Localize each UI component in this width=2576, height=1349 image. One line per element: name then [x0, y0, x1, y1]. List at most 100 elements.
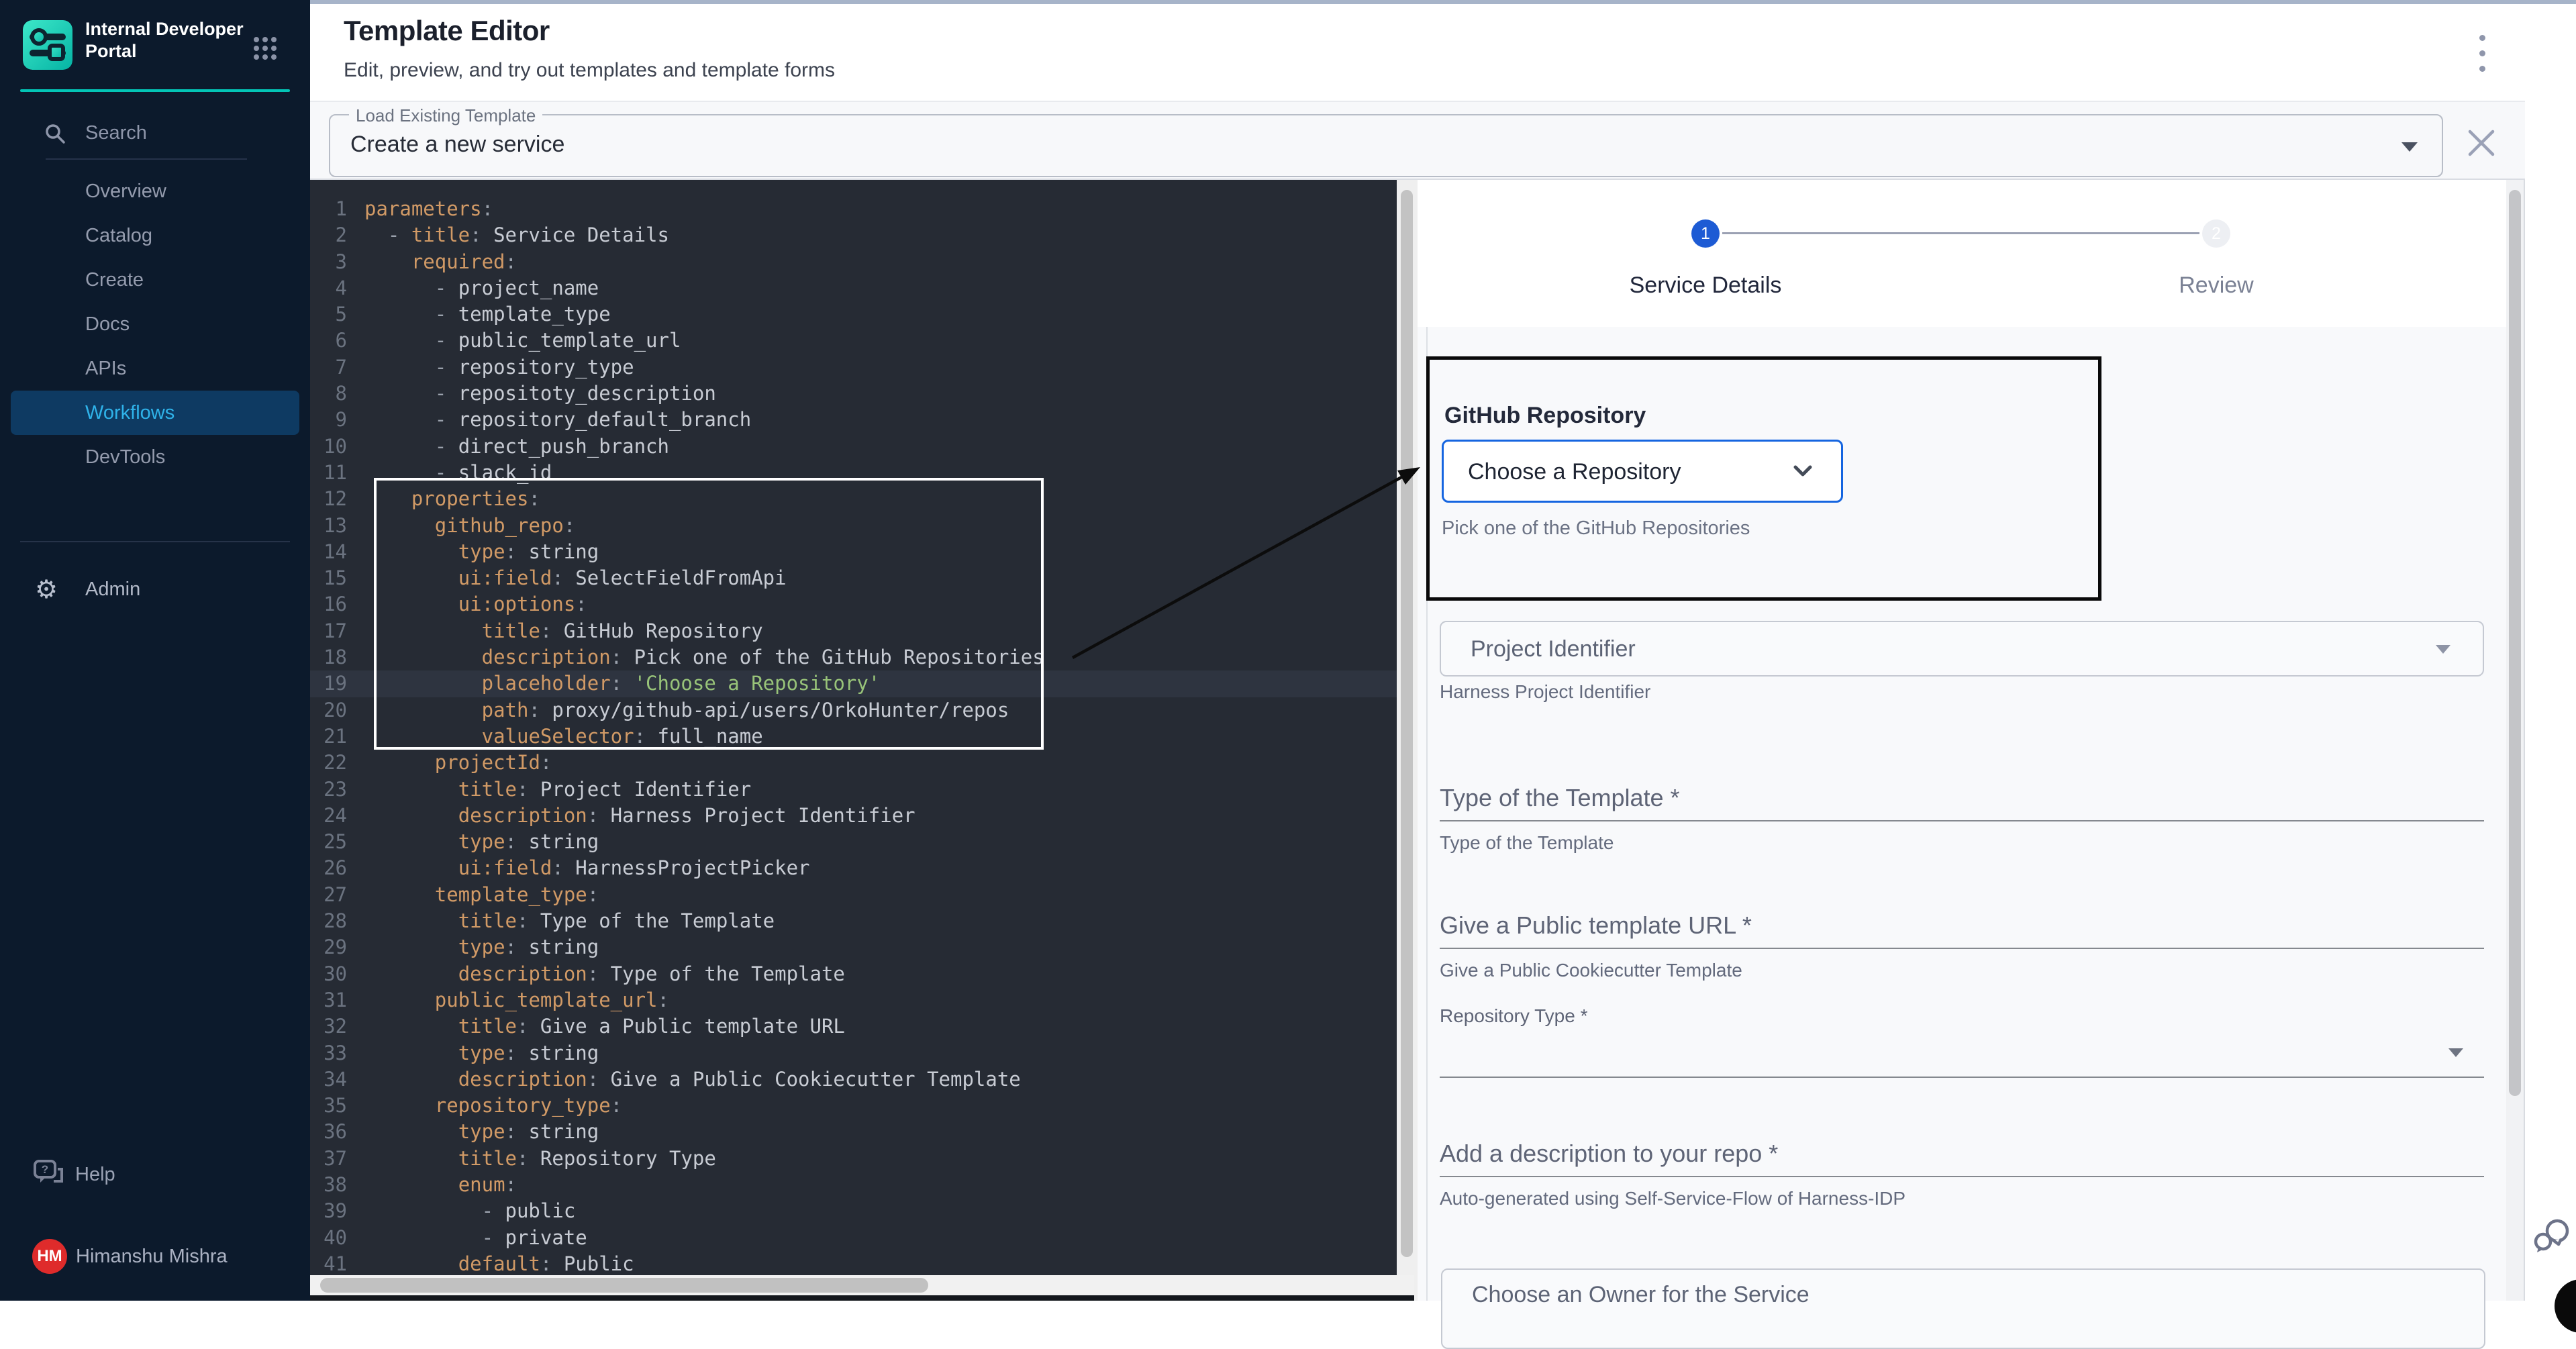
- template-type-field-label[interactable]: Type of the Template *: [1440, 784, 1680, 812]
- sidebar-item-label: Docs: [85, 313, 130, 335]
- load-existing-template-select[interactable]: Load Existing Template Create a new serv…: [329, 114, 2443, 177]
- code-line-28[interactable]: 28 title: Type of the Template: [310, 908, 1414, 934]
- sidebar-item-admin[interactable]: ⚙ Admin: [0, 568, 310, 612]
- sidebar-item-overview[interactable]: Overview: [0, 169, 310, 213]
- code-line-27[interactable]: 27 template_type:: [310, 882, 1414, 908]
- line-number: 28: [310, 908, 347, 934]
- editor-bottom-edge: [310, 1295, 1414, 1301]
- line-number: 40: [310, 1225, 347, 1251]
- code-text: public_template_url:: [347, 987, 669, 1013]
- sidebar-item-devtools[interactable]: DevTools: [0, 435, 310, 479]
- stepper-label-service-details: Service Details: [1605, 272, 1806, 299]
- code-text: default: Public: [347, 1251, 634, 1277]
- line-number: 20: [310, 697, 347, 723]
- code-line-5[interactable]: 5 - template_type: [310, 301, 1414, 328]
- code-line-7[interactable]: 7 - repository_type: [310, 354, 1414, 381]
- corner-widget[interactable]: [2555, 1279, 2576, 1333]
- code-line-35[interactable]: 35 repository_type:: [310, 1093, 1414, 1119]
- code-line-8[interactable]: 8 - repositoty_description: [310, 381, 1414, 407]
- service-owner-select[interactable]: Choose an Owner for the Service: [1441, 1268, 2485, 1349]
- code-line-6[interactable]: 6 - public_template_url: [310, 328, 1414, 354]
- line-number: 4: [310, 275, 347, 301]
- panel-scrollbar-thumb[interactable]: [2509, 190, 2521, 1096]
- code-line-9[interactable]: 9 - repository_default_branch: [310, 407, 1414, 433]
- sidebar-search[interactable]: Search: [37, 118, 279, 150]
- feedback-chat-icon[interactable]: [2532, 1216, 2572, 1256]
- code-line-34[interactable]: 34 description: Give a Public Cookiecutt…: [310, 1066, 1414, 1093]
- app-switcher-icon[interactable]: [252, 35, 279, 62]
- close-icon[interactable]: [2465, 126, 2498, 160]
- code-line-22[interactable]: 22 projectId:: [310, 750, 1414, 776]
- code-line-32[interactable]: 32 title: Give a Public template URL: [310, 1013, 1414, 1040]
- code-text: - repository_type: [347, 354, 634, 381]
- stepper-step-2[interactable]: 2: [2202, 219, 2230, 248]
- repo-description-field-label[interactable]: Add a description to your repo *: [1440, 1140, 1778, 1168]
- public-template-url-field-label[interactable]: Give a Public template URL *: [1440, 911, 1752, 940]
- line-number: 38: [310, 1172, 347, 1198]
- app-title: Internal Developer Portal: [85, 18, 253, 62]
- code-line-37[interactable]: 37 title: Repository Type: [310, 1146, 1414, 1172]
- sidebar-item-docs[interactable]: Docs: [0, 302, 310, 346]
- code-line-25[interactable]: 25 type: string: [310, 829, 1414, 855]
- dropdown-arrow-icon[interactable]: [2448, 1048, 2463, 1057]
- sidebar-item-label: DevTools: [85, 446, 165, 468]
- code-line-1[interactable]: 1parameters:: [310, 196, 1414, 222]
- code-line-39[interactable]: 39 - public: [310, 1198, 1414, 1224]
- code-line-4[interactable]: 4 - project_name: [310, 275, 1414, 301]
- sidebar-item-catalog[interactable]: Catalog: [0, 213, 310, 258]
- code-line-10[interactable]: 10 - direct_push_branch: [310, 434, 1414, 460]
- code-text: enum:: [347, 1172, 517, 1198]
- public-template-url-field-helper: Give a Public Cookiecutter Template: [1440, 960, 1742, 981]
- code-line-38[interactable]: 38 enum:: [310, 1172, 1414, 1198]
- stepper-step-1[interactable]: 1: [1691, 219, 1720, 248]
- line-number: 23: [310, 777, 347, 803]
- code-line-24[interactable]: 24 description: Harness Project Identifi…: [310, 803, 1414, 829]
- code-text: type: string: [347, 934, 599, 960]
- code-line-33[interactable]: 33 type: string: [310, 1040, 1414, 1066]
- code-line-2[interactable]: 2 - title: Service Details: [310, 222, 1414, 248]
- editor-vertical-scrollbar-thumb[interactable]: [1401, 190, 1413, 1257]
- code-line-36[interactable]: 36 type: string: [310, 1119, 1414, 1145]
- code-text: title: Give a Public template URL: [347, 1013, 845, 1040]
- code-text: type: string: [347, 829, 599, 855]
- line-number: 9: [310, 407, 347, 433]
- code-line-3[interactable]: 3 required:: [310, 249, 1414, 275]
- code-line-31[interactable]: 31 public_template_url:: [310, 987, 1414, 1013]
- editor-horizontal-scrollbar-thumb[interactable]: [320, 1278, 928, 1293]
- template-type-field-underline: [1440, 820, 2484, 821]
- line-number: 26: [310, 855, 347, 881]
- sidebar-user[interactable]: HM Himanshu Mishra: [0, 1235, 310, 1282]
- code-line-40[interactable]: 40 - private: [310, 1225, 1414, 1251]
- code-text: type: string: [347, 1119, 599, 1145]
- sidebar-item-workflows[interactable]: Workflows: [11, 391, 299, 435]
- repository-type-field-underline[interactable]: [1440, 1077, 2484, 1078]
- code-text: projectId:: [347, 750, 552, 776]
- github-repository-select[interactable]: Choose a Repository: [1442, 440, 1843, 503]
- sidebar-accent-divider: [20, 89, 290, 92]
- project-identifier-helper: Harness Project Identifier: [1440, 681, 1650, 703]
- chevron-down-icon: [2401, 142, 2418, 152]
- project-identifier-select[interactable]: Project Identifier: [1440, 621, 2484, 677]
- code-line-26[interactable]: 26 ui:field: HarnessProjectPicker: [310, 855, 1414, 881]
- code-line-41[interactable]: 41 default: Public: [310, 1251, 1414, 1277]
- code-line-23[interactable]: 23 title: Project Identifier: [310, 777, 1414, 803]
- admin-label: Admin: [85, 579, 140, 601]
- sidebar-item-help[interactable]: ? Help: [0, 1156, 310, 1196]
- code-line-30[interactable]: 30 description: Type of the Template: [310, 961, 1414, 987]
- search-label: Search: [85, 122, 147, 144]
- code-text: type: string: [347, 1040, 599, 1066]
- repo-description-field-underline: [1440, 1176, 2484, 1177]
- sidebar-item-create[interactable]: Create: [0, 258, 310, 302]
- sidebar-item-label: Overview: [85, 181, 166, 202]
- code-line-29[interactable]: 29 type: string: [310, 934, 1414, 960]
- code-text: - template_type: [347, 301, 611, 328]
- line-number: 12: [310, 486, 347, 512]
- kebab-menu-icon[interactable]: [2476, 35, 2488, 72]
- sidebar-item-apis[interactable]: APIs: [0, 346, 310, 391]
- code-text: - direct_push_branch: [347, 434, 669, 460]
- load-template-value: Create a new service: [350, 132, 564, 158]
- app-logo-icon[interactable]: [23, 20, 72, 70]
- github-repository-helper: Pick one of the GitHub Repositories: [1442, 517, 1750, 540]
- search-icon: [44, 122, 66, 145]
- line-number: 35: [310, 1093, 347, 1119]
